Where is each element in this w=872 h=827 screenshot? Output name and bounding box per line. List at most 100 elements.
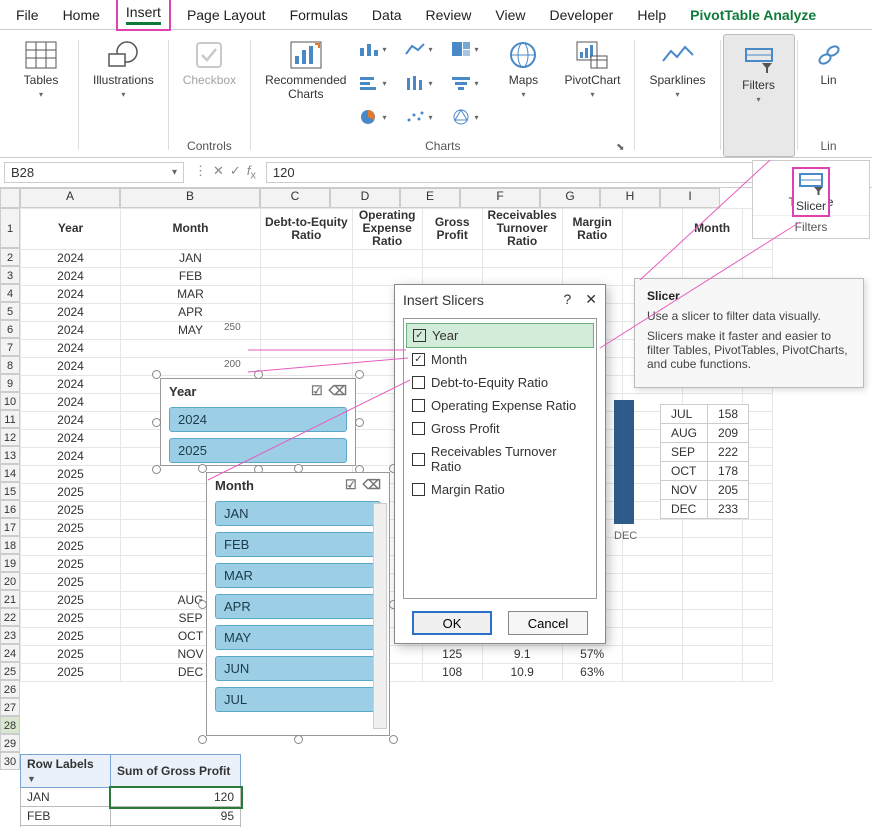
sparklines-button[interactable]: Sparklines ▾ (643, 34, 711, 103)
cancel-icon[interactable]: ✕ (213, 163, 224, 182)
tab-data[interactable]: Data (364, 3, 410, 27)
dialog-field-item[interactable]: Gross Profit (406, 417, 594, 440)
slicer-pill[interactable]: JUN (215, 656, 381, 681)
pivotchart-button[interactable]: PivotChart ▾ (558, 34, 626, 103)
dialog-field-item[interactable]: Debt-to-Equity Ratio (406, 371, 594, 394)
tab-pivottable-analyze[interactable]: PivotTable Analyze (682, 3, 824, 27)
tables-button[interactable]: Tables ▾ (12, 34, 70, 103)
dialog-field-item[interactable]: Receivables Turnover Ratio (406, 440, 594, 478)
select-all-corner[interactable] (0, 188, 20, 208)
tab-insert[interactable]: Insert (116, 0, 171, 31)
maps-button[interactable]: Maps ▾ (494, 34, 552, 103)
slicer-year[interactable]: Year ☑⌫ 20242025 (160, 378, 356, 466)
slicer-pill[interactable]: MAY (215, 625, 381, 650)
column-header[interactable]: D (330, 188, 400, 208)
recommended-charts-icon (289, 38, 323, 72)
column-header[interactable]: E (400, 188, 460, 208)
tab-file[interactable]: File (8, 3, 47, 27)
charts-group-launcher[interactable]: ⬊ (616, 142, 624, 153)
multiselect-icon[interactable]: ☑ (311, 383, 323, 399)
enter-icon[interactable]: ✓ (230, 163, 241, 182)
clear-filter-icon[interactable]: ⌫ (363, 477, 381, 493)
filters-button[interactable]: Filters ▾ (730, 39, 788, 108)
link-button[interactable]: Lin (806, 34, 852, 92)
close-icon[interactable]: ✕ (585, 291, 597, 308)
slicer-pill[interactable]: JAN (215, 501, 381, 526)
tooltip-line-1: Use a slicer to filter data visually. (647, 309, 851, 323)
tab-developer[interactable]: Developer (542, 3, 622, 27)
bar-chart-button[interactable]: ▾ (358, 68, 396, 98)
checkbox-icon[interactable] (412, 453, 425, 466)
checkbox-icon[interactable] (412, 422, 425, 435)
chevron-down-icon: ▾ (521, 90, 525, 99)
links-group-label: Lin (821, 139, 837, 153)
funnel-chart-button[interactable]: ▾ (450, 68, 488, 98)
column-chart-button[interactable]: ▾ (358, 34, 396, 64)
charts-grid: ▾ ▾ ▾ ▾ ▾ ▾ ▾ ▾ ▾ (358, 34, 488, 132)
checkbox-icon[interactable]: ✓ (412, 353, 425, 366)
column-header[interactable]: A (20, 188, 120, 208)
checkbox-icon[interactable] (412, 376, 425, 389)
tab-view[interactable]: View (487, 3, 533, 27)
clear-filter-icon[interactable]: ⌫ (329, 383, 347, 399)
illustrations-button[interactable]: Illustrations ▾ (87, 34, 160, 103)
tab-formulas[interactable]: Formulas (282, 3, 356, 27)
tables-label: Tables (24, 74, 59, 88)
stats-chart-button[interactable]: ▾ (404, 68, 442, 98)
controls-group-label: Controls (187, 139, 232, 153)
scatter-chart-button[interactable]: ▾ (404, 102, 442, 132)
column-header[interactable]: I (660, 188, 720, 208)
column-header[interactable]: F (460, 188, 540, 208)
ok-button[interactable]: OK (412, 611, 492, 635)
dialog-field-item[interactable]: Operating Expense Ratio (406, 394, 594, 417)
multiselect-icon[interactable]: ☑ (345, 477, 357, 493)
name-box[interactable]: B28 ▾ (4, 162, 184, 183)
slicer-option[interactable]: Slicer (792, 167, 830, 217)
table-icon (24, 38, 58, 72)
link-label: Lin (821, 74, 837, 88)
pivotchart-label: PivotChart (564, 74, 620, 88)
tab-page-layout[interactable]: Page Layout (179, 3, 274, 27)
cancel-button[interactable]: Cancel (508, 611, 588, 635)
checkbox-icon[interactable] (412, 483, 425, 496)
slicer-pill[interactable]: 2024 (169, 407, 347, 432)
tab-home[interactable]: Home (55, 3, 108, 27)
chevron-down-icon: ▾ (757, 95, 761, 104)
radar-chart-button[interactable]: ▾ (450, 102, 488, 132)
column-header[interactable]: B (120, 188, 260, 208)
tab-help[interactable]: Help (629, 3, 674, 27)
pie-chart-button[interactable]: ▾ (358, 102, 396, 132)
slicer-pill[interactable]: 2025 (169, 438, 347, 463)
chevron-down-icon[interactable]: ▾ (172, 167, 177, 178)
sparklines-label: Sparklines (649, 74, 705, 88)
slicer-pill[interactable]: APR (215, 594, 381, 619)
dialog-field-item[interactable]: Margin Ratio (406, 478, 594, 501)
slicer-pill[interactable]: JUL (215, 687, 381, 712)
formula-bar: B28 ▾ ⋮ ✕ ✓ fx 120 (0, 158, 872, 188)
column-header[interactable]: H (600, 188, 660, 208)
recommended-charts-label: Recommended Charts (265, 74, 346, 102)
dialog-field-item[interactable]: ✓Month (406, 348, 594, 371)
column-header[interactable]: C (260, 188, 330, 208)
checkbox-button[interactable]: Checkbox (177, 34, 242, 92)
checkbox-icon[interactable]: ✓ (413, 329, 426, 342)
slicer-month[interactable]: Month ☑⌫ JANFEBMARAPRMAYJUNJULAUG (206, 472, 390, 736)
recommended-charts-button[interactable]: Recommended Charts (259, 34, 352, 106)
slicer-pill[interactable]: FEB (215, 532, 381, 557)
scrollbar[interactable] (373, 503, 387, 729)
checkbox-icon[interactable] (412, 399, 425, 412)
dialog-field-list[interactable]: ✓Year✓MonthDebt-to-Equity RatioOperating… (403, 318, 597, 599)
line-chart-button[interactable]: ▾ (404, 34, 442, 64)
slicer-pill[interactable]: MAR (215, 563, 381, 588)
sparkline-icon (661, 38, 695, 72)
dialog-field-item[interactable]: ✓Year (406, 323, 594, 348)
fx-icon[interactable]: fx (247, 163, 256, 182)
slicer-label: Slicer (796, 199, 826, 213)
tab-review[interactable]: Review (418, 3, 480, 27)
help-icon[interactable]: ? (563, 291, 571, 308)
pivot-table[interactable]: Row Labels ▼Sum of Gross ProfitJAN120FEB… (20, 754, 241, 827)
column-header[interactable]: G (540, 188, 600, 208)
treemap-chart-button[interactable]: ▾ (450, 34, 488, 64)
fb-divider-icon: ⋮ (194, 163, 207, 182)
illustrations-label: Illustrations (93, 74, 154, 88)
